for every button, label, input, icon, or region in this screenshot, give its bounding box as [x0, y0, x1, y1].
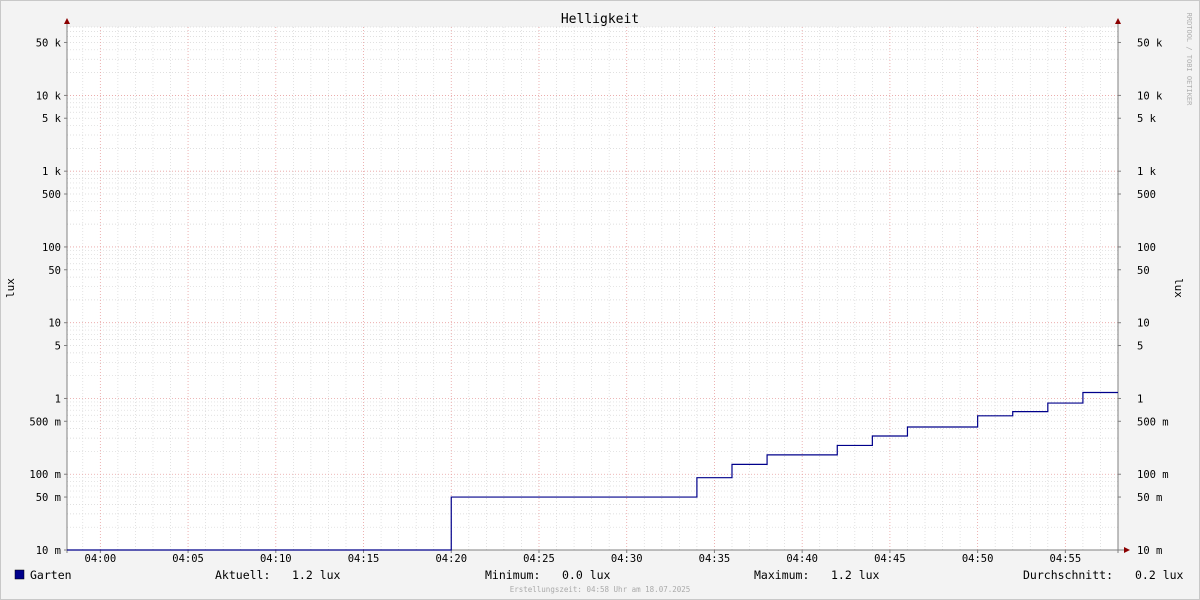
x-tick-label: 04:55 — [1050, 553, 1082, 565]
y-axis-label-left: lux — [4, 278, 17, 298]
stat-label-current: Aktuell: — [215, 568, 270, 582]
y-tick-label-left: 10 — [48, 318, 61, 330]
y-tick-label-right: 1 — [1137, 393, 1143, 405]
y-tick-label-left: 100 m — [29, 469, 61, 481]
y-tick-label-left: 50 m — [36, 492, 61, 504]
y-tick-label-right: 50 — [1137, 265, 1150, 277]
y-tick-label-right: 100 — [1137, 242, 1156, 254]
x-tick-label: 04:50 — [962, 553, 994, 565]
stat-value-minimum: 0.0 lux — [562, 568, 611, 582]
y-tick-label-left: 50 — [48, 265, 61, 277]
legend-swatch — [14, 569, 25, 580]
y-tick-label-left: 500 m — [29, 416, 61, 428]
x-tick-label: 04:05 — [172, 553, 204, 565]
legend-series-name: Garten — [30, 568, 72, 582]
stat-label-maximum: Maximum: — [754, 568, 809, 582]
x-tick-label: 04:45 — [874, 553, 906, 565]
y-tick-label-right: 10 — [1137, 318, 1150, 330]
y-tick-label-left: 10 m — [36, 545, 61, 557]
x-tick-label: 04:20 — [435, 553, 467, 565]
y-tick-label-right: 1 k — [1137, 166, 1157, 178]
y-tick-label-left: 500 — [42, 189, 61, 201]
y-tick-label-right: 5 — [1137, 341, 1143, 353]
y-tick-label-left: 50 k — [36, 37, 62, 49]
stat-label-minimum: Minimum: — [485, 568, 540, 582]
y-tick-label-right: 500 — [1137, 189, 1156, 201]
stat-value-average: 0.2 lux — [1135, 568, 1184, 582]
x-tick-label: 04:10 — [260, 553, 292, 565]
y-tick-label-left: 1 k — [42, 166, 62, 178]
y-tick-label-right: 10 m — [1137, 545, 1162, 557]
watermark: RRDTOOL / TOBI OETIKER — [1185, 13, 1193, 107]
stat-value-current: 1.2 lux — [292, 568, 341, 582]
y-tick-label-right: 10 k — [1137, 90, 1163, 102]
y-tick-label-left: 5 k — [42, 113, 62, 125]
x-tick-label: 04:15 — [348, 553, 380, 565]
y-tick-label-left: 100 — [42, 242, 61, 254]
x-tick-label: 04:00 — [85, 553, 117, 565]
chart-svg: 50 k 50 k10 k 10 k5 k5 k1 k1 k500 500100 100… — [0, 0, 1200, 600]
x-tick-label: 04:30 — [611, 553, 643, 565]
stat-value-maximum: 1.2 lux — [831, 568, 880, 582]
x-tick-label: 04:35 — [699, 553, 731, 565]
y-tick-label-left: 10 k — [36, 90, 62, 102]
y-tick-label-right: 50 m — [1137, 492, 1162, 504]
chart-title: Helligkeit — [561, 12, 639, 27]
y-tick-label-right: 5 k — [1137, 113, 1157, 125]
y-tick-label-right: 100 m — [1137, 469, 1169, 481]
footer-timestamp: Erstellungszeit: 04:58 Uhr am 18.07.2025 — [510, 585, 691, 594]
stat-label-average: Durchschnitt: — [1023, 568, 1113, 582]
y-tick-label-right: 500 m — [1137, 416, 1169, 428]
x-tick-label: 04:25 — [523, 553, 555, 565]
y-tick-label-left: 5 — [55, 341, 61, 353]
y-tick-label-left: 1 — [55, 393, 61, 405]
x-tick-label: 04:40 — [786, 553, 818, 565]
y-axis-label-right: lux — [1172, 278, 1185, 298]
y-tick-label-right: 50 k — [1137, 37, 1163, 49]
